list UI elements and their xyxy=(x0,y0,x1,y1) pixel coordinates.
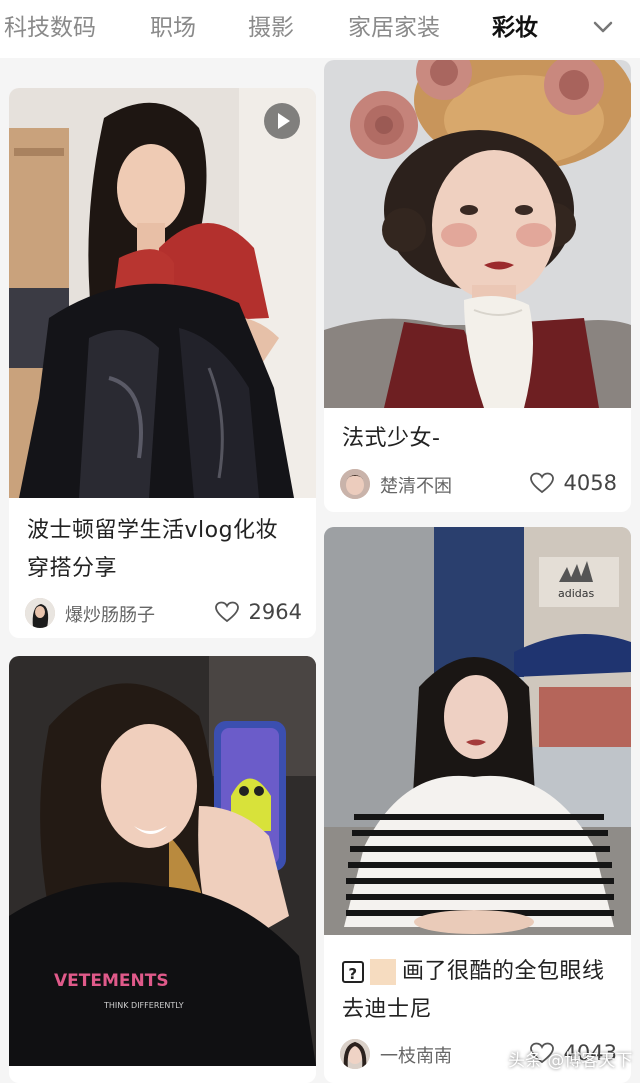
card-cover-image: adidas xyxy=(324,527,631,935)
video-play-icon[interactable] xyxy=(264,103,300,139)
heart-icon xyxy=(530,472,555,494)
question-box-icon: ? xyxy=(342,961,364,983)
tab-home-decor[interactable]: 家居家装 xyxy=(348,8,440,42)
note-card[interactable]: 波士顿留学生活vlog化妆穿搭分享 爆炒肠肠子 2964 xyxy=(9,88,316,638)
like-count: 2964 xyxy=(248,600,302,624)
chevron-down-icon[interactable] xyxy=(588,12,618,42)
card-cover-image: VETEMENTS THINK DIFFERENTLY xyxy=(9,656,316,1066)
card-title[interactable]: ? 画了很酷的全包眼线去迪士尼 xyxy=(342,953,615,1029)
like-button[interactable]: 4058 xyxy=(530,471,617,501)
note-card[interactable]: adidas ? 画了很酷的全包眼线去迪士尼 一枝南南 4043 xyxy=(324,527,631,1083)
skin-swatch-icon xyxy=(370,959,396,985)
watermark: 头条 @博客天下 xyxy=(508,1051,633,1071)
heart-icon xyxy=(215,601,240,623)
card-meta: 楚清不困 4058 xyxy=(340,469,617,503)
card-cover-image xyxy=(9,88,316,498)
card-title[interactable]: 法式少女- xyxy=(342,420,615,458)
author-name[interactable]: 楚清不困 xyxy=(380,472,452,498)
card-cover-image xyxy=(324,60,631,408)
avatar[interactable] xyxy=(25,598,55,628)
avatar[interactable] xyxy=(340,469,370,499)
tab-makeup[interactable]: 彩妆 xyxy=(492,8,538,42)
note-card[interactable]: VETEMENTS THINK DIFFERENTLY xyxy=(9,656,316,1083)
note-card[interactable]: 法式少女- 楚清不困 4058 xyxy=(324,60,631,512)
tab-tech[interactable]: 科技数码 xyxy=(4,8,96,42)
like-button[interactable]: 2964 xyxy=(215,600,302,630)
author-name[interactable]: 一枝南南 xyxy=(380,1042,452,1068)
shirt-subprint-text: THINK DIFFERENTLY xyxy=(103,1001,184,1010)
shirt-print-text: VETEMENTS xyxy=(54,971,169,991)
tab-photography[interactable]: 摄影 xyxy=(248,8,294,42)
avatar[interactable] xyxy=(340,1039,370,1069)
author-name[interactable]: 爆炒肠肠子 xyxy=(65,601,155,627)
card-title[interactable]: 波士顿留学生活vlog化妆穿搭分享 xyxy=(27,512,300,588)
tab-workplace[interactable]: 职场 xyxy=(150,8,196,42)
card-meta: 爆炒肠肠子 2964 xyxy=(25,598,302,632)
category-tab-bar: 科技数码 职场 摄影 家居家装 彩妆 xyxy=(0,0,640,58)
store-sign-text: adidas xyxy=(558,587,595,600)
like-count: 4058 xyxy=(563,471,617,495)
